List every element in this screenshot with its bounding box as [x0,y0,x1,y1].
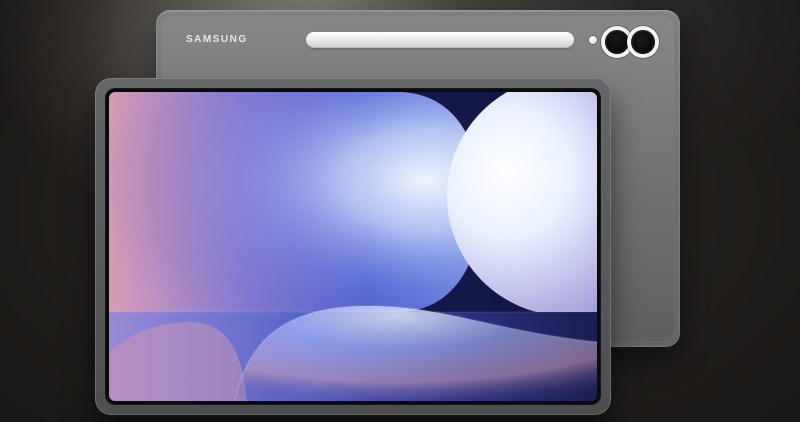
camera-lens-icon [605,30,629,54]
s-pen [306,32,574,48]
tablet-screen [109,92,597,401]
wallpaper-art [109,92,597,401]
tablet-front [95,78,611,415]
camera-lens-icon [631,30,655,54]
product-photo: SAMSUNG [0,0,800,422]
flash-icon [589,36,597,44]
tablet-bezel [105,88,601,405]
brand-logo: SAMSUNG [186,34,248,45]
